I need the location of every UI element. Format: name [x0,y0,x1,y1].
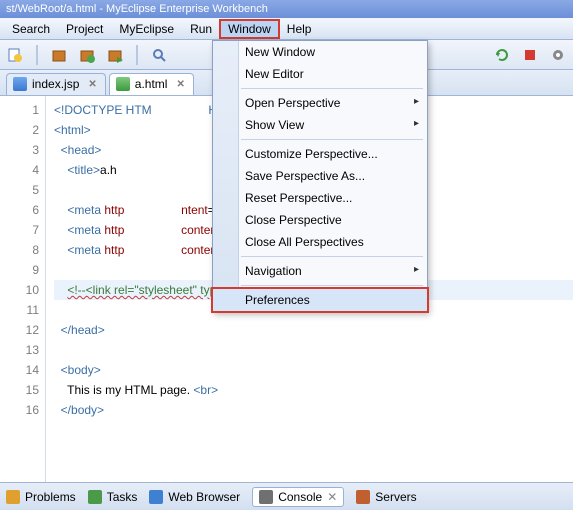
reload-icon[interactable] [493,46,511,64]
problems-icon [6,490,20,504]
menu-window[interactable]: Window [220,20,279,38]
menu-item-save-perspective-as[interactable]: Save Perspective As... [213,165,427,187]
web-browser-icon [149,490,163,504]
html-file-icon [116,77,130,91]
package-icon[interactable] [50,46,68,64]
menu-item-close-all-perspectives[interactable]: Close All Perspectives [213,231,427,253]
menu-separator [241,285,423,286]
menu-item-preferences[interactable]: Preferences [213,289,427,311]
view-tab-problems[interactable]: Problems [6,490,76,504]
tasks-icon [88,490,102,504]
toolbar-separator [36,45,38,65]
search-icon[interactable] [150,46,168,64]
stop-icon[interactable] [521,46,539,64]
menu-separator [241,256,423,257]
menu-item-close-perspective[interactable]: Close Perspective [213,209,427,231]
console-icon [259,490,273,504]
view-tab-label: Servers [375,490,416,504]
menu-separator [241,88,423,89]
menu-item-navigation[interactable]: Navigation [213,260,427,282]
menu-item-show-view[interactable]: Show View [213,114,427,136]
title-bar: st/WebRoot/a.html - MyEclipse Enterprise… [0,0,573,18]
package-add-icon[interactable] [78,46,96,64]
view-tab-servers[interactable]: Servers [356,490,416,504]
view-tab-web-browser[interactable]: Web Browser [149,490,240,504]
new-icon[interactable] [6,46,24,64]
menu-separator [241,139,423,140]
menu-item-reset-perspective[interactable]: Reset Perspective... [213,187,427,209]
menu-item-customize-perspective[interactable]: Customize Perspective... [213,143,427,165]
line-gutter: 12345678910111213141516 [0,96,46,482]
close-icon[interactable]: ✕ [327,490,337,504]
menu-run[interactable]: Run [182,20,220,38]
view-tab-label: Console [278,490,322,504]
package-run-icon[interactable] [106,46,124,64]
close-icon[interactable]: ✕ [176,79,184,90]
menu-help[interactable]: Help [279,20,320,38]
bottom-views: Problems Tasks Web Browser Console ✕ Servers [0,482,573,510]
servers-icon [356,490,370,504]
view-tab-console[interactable]: Console ✕ [252,487,344,507]
close-icon[interactable]: ✕ [88,79,96,90]
menu-bar: SearchProjectMyEclipseRunWindowHelp [0,18,573,40]
tab-label: index.jsp [32,77,79,91]
editor-tab[interactable]: a.html ✕ [109,73,194,95]
jsp-file-icon [13,77,27,91]
menu-search[interactable]: Search [4,20,58,38]
view-tab-tasks[interactable]: Tasks [88,490,138,504]
gear-icon[interactable] [549,46,567,64]
window-menu-dropdown: New WindowNew Editor Open PerspectiveShow… [212,40,428,312]
tab-label: a.html [135,77,168,91]
view-tab-label: Tasks [107,490,138,504]
view-tab-label: Problems [25,490,76,504]
menu-project[interactable]: Project [58,20,111,38]
view-tab-label: Web Browser [168,490,240,504]
menu-item-open-perspective[interactable]: Open Perspective [213,92,427,114]
menu-item-new-editor[interactable]: New Editor [213,63,427,85]
menu-myeclipse[interactable]: MyEclipse [111,20,182,38]
toolbar-separator [136,45,138,65]
menu-item-new-window[interactable]: New Window [213,41,427,63]
editor-tab[interactable]: index.jsp ✕ [6,73,106,95]
